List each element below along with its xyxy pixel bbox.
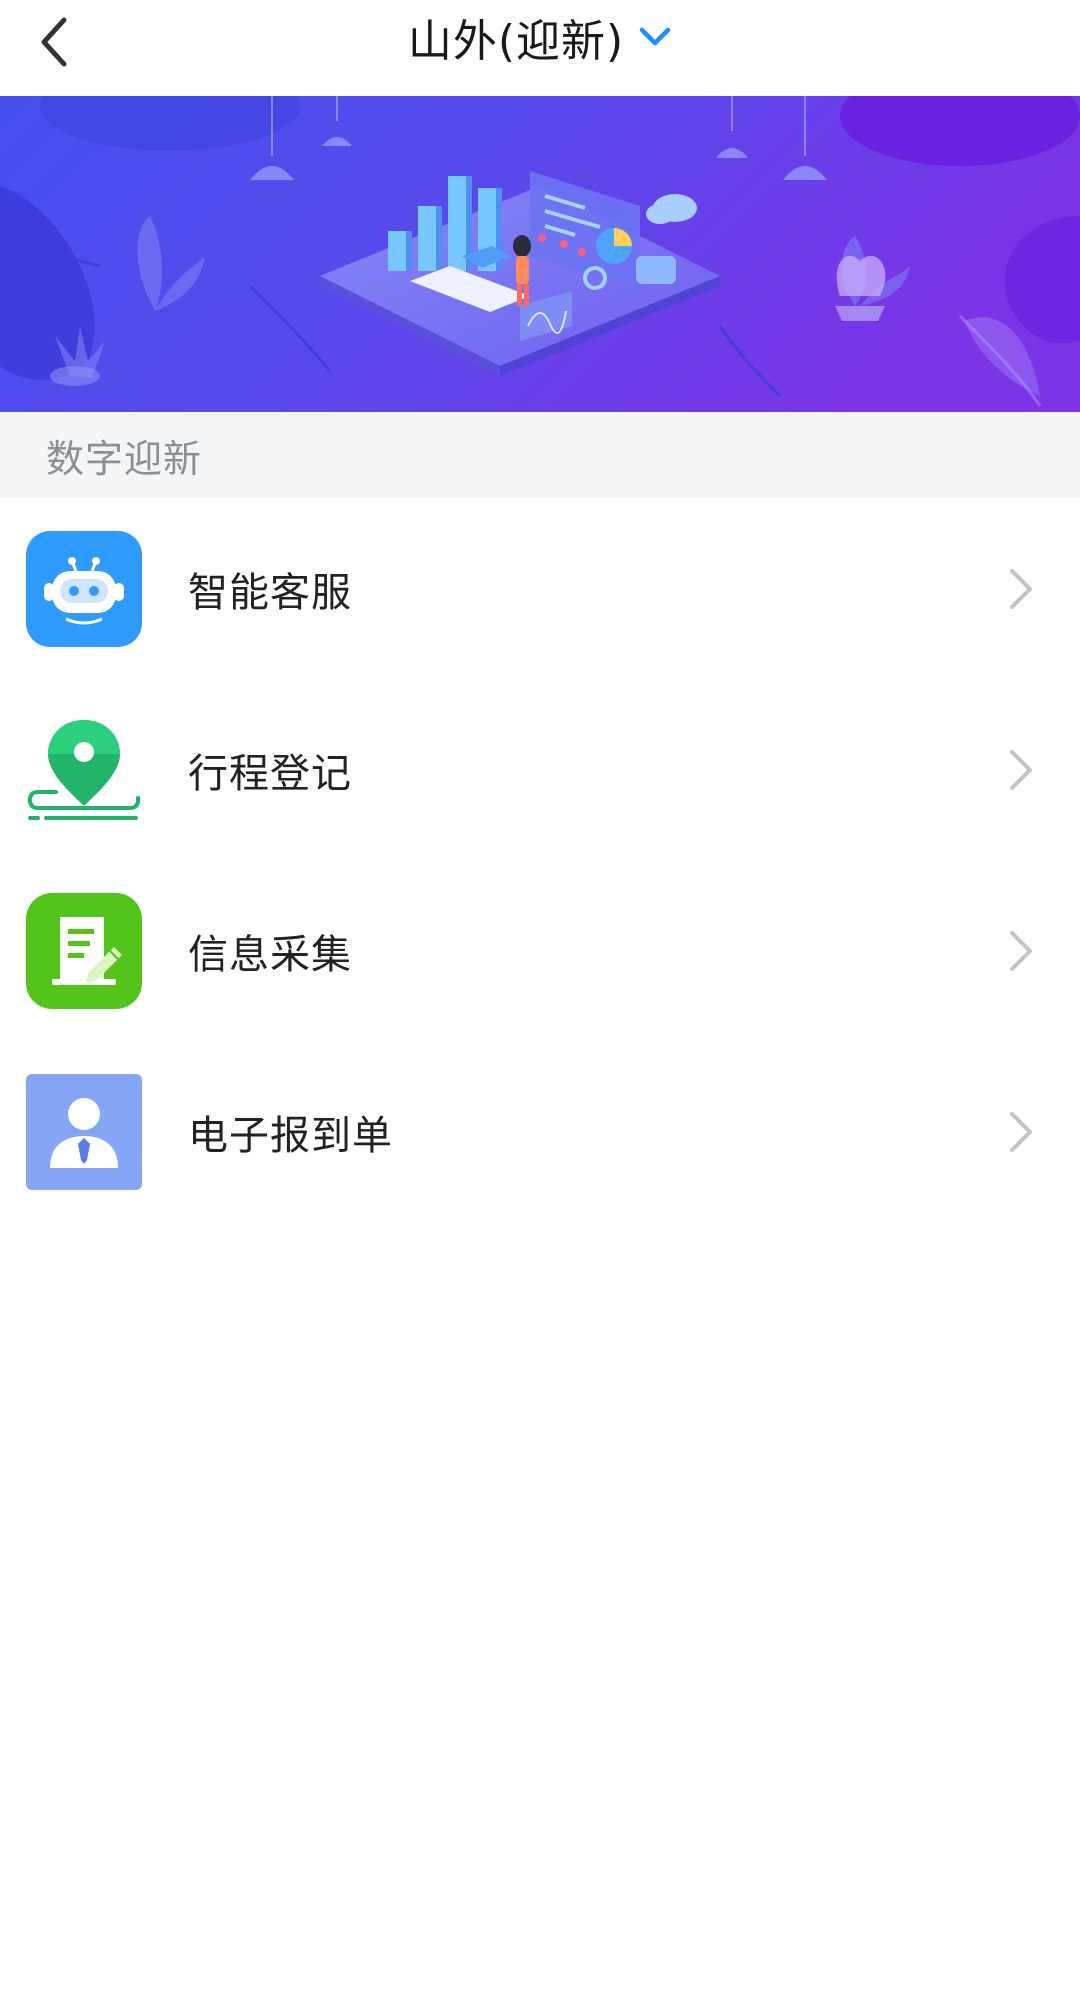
person-badge-icon bbox=[26, 1073, 142, 1190]
list-item-trip-registration[interactable]: 行程登记 bbox=[0, 679, 1080, 860]
list-item-e-registration-form[interactable]: 电子报到单 bbox=[0, 1041, 1080, 1222]
banner-illustration bbox=[0, 96, 1080, 412]
title-selector[interactable]: 山外(迎新) bbox=[408, 5, 672, 69]
chevron-left-icon bbox=[41, 17, 67, 67]
section-header: 数字迎新 bbox=[0, 412, 1080, 498]
feature-list: 智能客服 行程登记 信息采集 电子报到单 bbox=[0, 498, 1080, 1222]
back-button[interactable] bbox=[22, 10, 86, 74]
chevron-right-icon bbox=[1010, 749, 1032, 790]
list-item-label: 电子报到单 bbox=[188, 1112, 393, 1159]
chevron-right-icon bbox=[1010, 930, 1032, 971]
top-bar: 山外(迎新) bbox=[0, 0, 1080, 96]
chevron-right-icon bbox=[1010, 568, 1032, 609]
chevron-down-icon bbox=[639, 27, 671, 46]
robot-icon bbox=[26, 530, 142, 647]
document-edit-icon bbox=[26, 892, 142, 1009]
page-title: 山外(迎新) bbox=[407, 16, 625, 67]
location-pin-icon bbox=[27, 719, 140, 820]
list-item-smart-service[interactable]: 智能客服 bbox=[0, 498, 1080, 679]
list-item-info-collection[interactable]: 信息采集 bbox=[0, 860, 1080, 1041]
banner bbox=[0, 96, 1080, 412]
chevron-right-icon bbox=[1010, 1111, 1032, 1152]
list-item-label: 智能客服 bbox=[188, 569, 352, 616]
section-title: 数字迎新 bbox=[46, 436, 203, 481]
list-item-label: 行程登记 bbox=[188, 750, 352, 797]
list-item-label: 信息采集 bbox=[188, 931, 352, 978]
